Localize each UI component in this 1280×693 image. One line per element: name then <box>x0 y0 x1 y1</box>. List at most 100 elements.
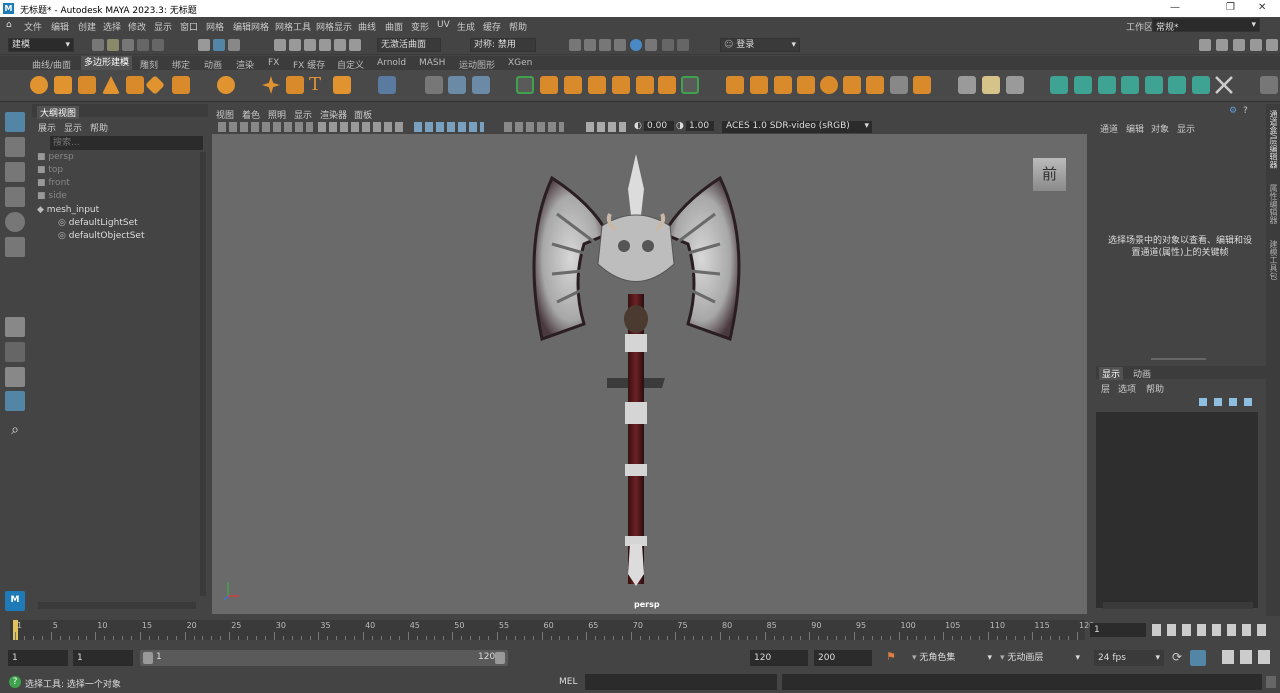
outliner-item-persp[interactable]: ■ persp <box>37 152 74 165</box>
range-start-handle[interactable] <box>143 652 153 664</box>
extrude-icon[interactable] <box>726 76 744 94</box>
playback-end-field[interactable]: 120 <box>750 650 808 666</box>
anim-layer-select[interactable]: ▾ 无动画层 ▾ <box>1000 650 1080 666</box>
menu-generate[interactable]: 生成 <box>457 20 475 33</box>
panel-splitter[interactable] <box>1151 358 1206 360</box>
outliner-search-input[interactable] <box>50 136 203 150</box>
reduce-icon[interactable] <box>1121 76 1139 94</box>
delete-history-icon[interactable] <box>472 76 490 94</box>
cb-help-icon[interactable]: ? <box>1243 106 1248 116</box>
bevel-icon[interactable] <box>750 76 768 94</box>
vp-menu-lighting[interactable]: 照明 <box>268 108 286 121</box>
auto-key-icon[interactable]: ⚑ <box>886 650 896 663</box>
modeling-toolkit-icon[interactable] <box>1199 39 1211 51</box>
super-shape-icon[interactable] <box>262 76 280 94</box>
layers-menu-layers[interactable]: 层 <box>1101 382 1110 395</box>
range-end-handle[interactable] <box>495 652 505 664</box>
freeze-transforms-icon[interactable] <box>448 76 466 94</box>
outliner-hscroll[interactable] <box>38 602 196 609</box>
outliner-menu-help[interactable]: 帮助 <box>90 121 108 134</box>
soften-edge-icon[interactable] <box>1050 76 1068 94</box>
search-icon[interactable]: ⌕ <box>5 422 25 442</box>
outliner-tab[interactable]: 大纲视图 <box>37 106 80 119</box>
append-polygon-icon[interactable] <box>797 76 815 94</box>
center-pivot-icon[interactable] <box>425 76 443 94</box>
character-set-select[interactable]: ▾ 无角色集 ▾ <box>912 650 992 666</box>
attribute-editor-icon[interactable] <box>1233 39 1245 51</box>
playback-controls-icon[interactable] <box>1152 624 1272 636</box>
outliner-item-mesh-input[interactable]: ◆ mesh_input <box>37 205 99 218</box>
menu-cache[interactable]: 缓存 <box>483 20 501 33</box>
tool-settings-icon[interactable] <box>1250 39 1262 51</box>
mode-select[interactable]: 建模 ▾ <box>8 38 74 52</box>
symmetry-field[interactable]: 对称: 禁用 <box>470 38 536 52</box>
menu-deform[interactable]: 变形 <box>411 20 429 33</box>
layers-tab-display[interactable]: 显示 <box>1099 367 1124 380</box>
cb-menu-edit[interactable]: 编辑 <box>1126 122 1144 135</box>
select-object-icon[interactable] <box>213 39 225 51</box>
vp-menu-panels[interactable]: 面板 <box>354 108 372 121</box>
hypershade-icon[interactable] <box>630 39 642 51</box>
quad-draw-icon[interactable] <box>681 76 699 94</box>
outliner-item-default-light-set[interactable]: ◎ defaultLightSet <box>58 218 138 231</box>
outliner-menu-showing[interactable]: 展示 <box>38 121 56 134</box>
live-surface-field[interactable]: 无激活曲面 <box>377 38 441 52</box>
snap-grid-icon[interactable] <box>274 39 286 51</box>
sweep-mesh-icon[interactable] <box>286 76 304 94</box>
vp-menu-renderer[interactable]: 渲染器 <box>320 108 347 121</box>
select-edge-loop-icon[interactable] <box>516 76 534 94</box>
render-settings-icon[interactable] <box>614 39 626 51</box>
select-component-icon[interactable] <box>228 39 240 51</box>
menu-mesh[interactable]: 网格 <box>206 20 224 33</box>
undo-icon[interactable] <box>137 39 149 51</box>
maya-home-icon[interactable]: M <box>5 591 25 611</box>
outliner-item-side[interactable]: ■ side <box>37 191 67 204</box>
collapse-icon[interactable] <box>890 76 908 94</box>
menu-select[interactable]: 选择 <box>103 20 121 33</box>
shelf-tab-fx[interactable]: FX <box>268 58 279 68</box>
outliner-vscroll[interactable] <box>200 152 206 596</box>
maximize-button[interactable]: ❐ <box>1226 2 1235 13</box>
render-view-icon[interactable] <box>584 39 596 51</box>
shelf-tab-xgen[interactable]: XGen <box>508 58 532 68</box>
outliner-menu-display[interactable]: 显示 <box>64 121 82 134</box>
vp-menu-show[interactable]: 显示 <box>294 108 312 121</box>
layer-hscroll[interactable] <box>1103 602 1253 609</box>
separate-icon[interactable] <box>588 76 606 94</box>
layer-buttons-icon[interactable] <box>1199 398 1254 406</box>
stop-render-icon[interactable] <box>662 39 674 51</box>
vp-menu-view[interactable]: 视图 <box>216 108 234 121</box>
sound-icon[interactable] <box>1190 650 1206 666</box>
connect-icon[interactable] <box>866 76 884 94</box>
new-scene-icon[interactable] <box>92 39 104 51</box>
menu-mesh-tools[interactable]: 网格工具 <box>275 20 311 33</box>
scale-tool-icon[interactable] <box>5 237 25 257</box>
snap-point-icon[interactable] <box>304 39 316 51</box>
snap-surface-icon[interactable] <box>334 39 346 51</box>
close-button[interactable]: ✕ <box>1258 2 1266 13</box>
open-scene-icon[interactable] <box>107 39 119 51</box>
range-slider[interactable]: 1 120 <box>140 650 508 666</box>
paint-select-icon[interactable] <box>5 162 25 182</box>
single-view-icon[interactable] <box>5 317 25 337</box>
layout-outliner-icon[interactable] <box>5 391 25 411</box>
menu-window[interactable]: 窗口 <box>180 20 198 33</box>
cb-menu-show[interactable]: 显示 <box>1177 122 1195 135</box>
redo-icon[interactable] <box>152 39 164 51</box>
sidetab-attribute-editor[interactable]: 属性编辑器 <box>1267 184 1279 224</box>
poly-cone-icon[interactable] <box>102 76 120 94</box>
menu-edit[interactable]: 编辑 <box>51 20 69 33</box>
gamma-field[interactable]: 1.00 <box>686 121 714 131</box>
four-view-icon[interactable] <box>5 342 25 362</box>
select-hierarchy-icon[interactable] <box>198 39 210 51</box>
menu-help[interactable]: 帮助 <box>509 20 527 33</box>
menu-mesh-display[interactable]: 网格显示 <box>316 20 352 33</box>
conform-icon[interactable] <box>1098 76 1116 94</box>
layers-menu-help[interactable]: 帮助 <box>1146 382 1164 395</box>
target-weld-icon[interactable] <box>843 76 861 94</box>
layers-tab-anim[interactable]: 动画 <box>1133 367 1151 380</box>
loop-icon[interactable]: ⟳ <box>1172 650 1186 664</box>
menu-create[interactable]: 创建 <box>78 20 96 33</box>
menu-edit-mesh[interactable]: 编辑网格 <box>233 20 269 33</box>
fps-select[interactable]: 24 fps ▾ <box>1094 650 1164 666</box>
